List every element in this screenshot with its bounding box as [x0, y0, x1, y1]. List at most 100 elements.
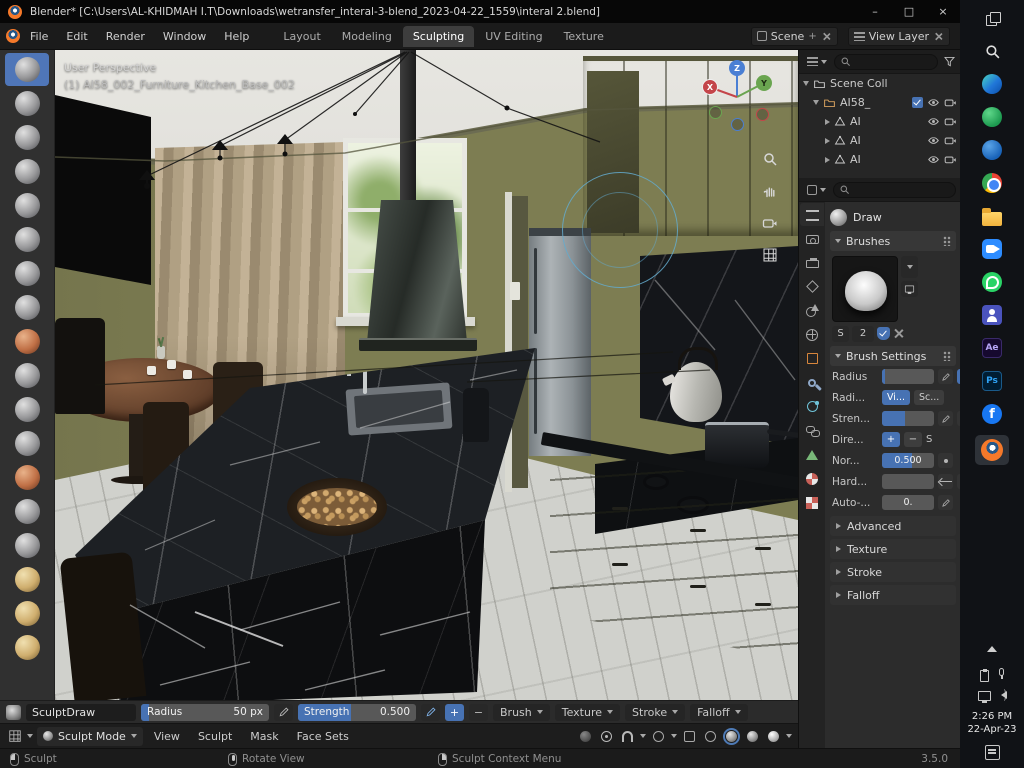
tab-physics[interactable]	[800, 395, 824, 418]
direction-subtract-button[interactable]: −	[469, 703, 488, 721]
gizmo-x-negative[interactable]	[756, 108, 769, 121]
tab-material[interactable]	[800, 467, 824, 490]
clipboard-icon[interactable]	[980, 669, 989, 682]
properties-search-input[interactable]	[833, 181, 956, 198]
tab-sculpting[interactable]: Sculpting	[402, 25, 475, 47]
tab-uv-editing[interactable]: UV Editing	[475, 26, 552, 47]
menu-sculpt[interactable]: Sculpt	[191, 727, 239, 746]
brush-scrape[interactable]	[5, 427, 49, 460]
file-explorer-icon[interactable]	[980, 204, 1004, 228]
gizmo-y-axis[interactable]: Y	[756, 75, 772, 91]
tab-render[interactable]	[800, 227, 824, 250]
fake-user-shield-icon[interactable]	[877, 327, 890, 340]
scene-selector[interactable]: Scene +	[750, 26, 838, 46]
gizmo-z-axis[interactable]: Z	[729, 60, 745, 76]
brush-clay[interactable]	[5, 121, 49, 154]
editor-type-icon[interactable]	[6, 728, 23, 745]
brushes-panel-header[interactable]: Brushes	[830, 231, 956, 251]
brush-snake-hook[interactable]	[5, 563, 49, 596]
shading-solid-icon[interactable]	[723, 727, 740, 745]
brush-smooth[interactable]	[5, 325, 49, 358]
outliner-row-object[interactable]: AI	[799, 150, 961, 169]
screen-cast-icon[interactable]	[977, 691, 991, 703]
section-texture[interactable]: Texture	[830, 539, 956, 559]
menu-help[interactable]: Help	[216, 27, 257, 46]
render-camera-icon[interactable]	[944, 96, 957, 109]
hide-eye-icon[interactable]	[927, 134, 940, 147]
texture-dropdown[interactable]: Texture	[554, 703, 621, 721]
minimize-button[interactable]: –	[858, 0, 892, 23]
render-camera-icon[interactable]	[944, 153, 957, 166]
brush-inflate[interactable]	[5, 223, 49, 256]
menu-view[interactable]: View	[147, 727, 187, 746]
facebook-icon[interactable]: f	[980, 402, 1004, 426]
tab-constraints[interactable]	[800, 419, 824, 442]
hide-eye-icon[interactable]	[927, 96, 940, 109]
filter-funnel-icon[interactable]	[942, 53, 956, 70]
viewport-canvas[interactable]: User Perspective (1) AI58_002_Furniture_…	[55, 50, 798, 700]
pressure-pen-icon[interactable]	[938, 411, 953, 426]
snap-dropdown-chevron[interactable]	[640, 734, 646, 738]
chevron-down-icon[interactable]	[27, 734, 33, 738]
scene-unlink-icon[interactable]	[822, 32, 831, 41]
tab-tool[interactable]	[800, 203, 824, 226]
tab-texture[interactable]	[800, 491, 824, 514]
teams-icon[interactable]	[980, 303, 1004, 327]
gizmo-z-negative[interactable]	[731, 118, 744, 131]
tab-modifiers[interactable]	[800, 371, 824, 394]
view-layer-selector[interactable]: View Layer	[847, 26, 950, 46]
brush-draw[interactable]	[5, 53, 49, 86]
camera-app-icon[interactable]	[980, 237, 1004, 261]
shading-wireframe-icon[interactable]	[702, 728, 719, 745]
blue-app-icon[interactable]	[980, 138, 1004, 162]
green-app-icon[interactable]	[980, 105, 1004, 129]
radius-slider[interactable]: Radius 50 px	[141, 703, 269, 721]
radius-unit-scene-button[interactable]: Sc...	[914, 390, 945, 405]
tab-modeling[interactable]: Modeling	[332, 26, 402, 47]
render-camera-icon[interactable]	[944, 134, 957, 147]
radius-pressure-icon[interactable]	[274, 703, 293, 721]
brush-pose[interactable]	[5, 631, 49, 664]
ortho-grid-icon[interactable]	[757, 242, 783, 268]
close-button[interactable]: ×	[926, 0, 960, 23]
falloff-dropdown[interactable]: Falloff	[690, 703, 748, 721]
section-advanced[interactable]: Advanced	[830, 516, 956, 536]
menu-window[interactable]: Window	[155, 27, 214, 46]
swap-arrows-icon[interactable]	[938, 474, 953, 489]
user-count-field[interactable]: 2	[852, 325, 874, 342]
pressure-pen-icon[interactable]	[938, 369, 953, 384]
brush-thumbnail[interactable]	[832, 256, 898, 322]
brush-thumb[interactable]	[5, 597, 49, 630]
tab-layout[interactable]: Layout	[273, 26, 330, 47]
chrome-icon[interactable]	[980, 171, 1004, 195]
menu-face-sets[interactable]: Face Sets	[290, 727, 356, 746]
expand-icon[interactable]	[813, 100, 819, 105]
radius-prop-slider[interactable]	[882, 369, 934, 384]
brush-dropdown-button[interactable]	[901, 256, 918, 278]
pressure-pen-icon[interactable]	[938, 495, 953, 510]
autosmooth-slider[interactable]: 0.	[882, 495, 934, 510]
active-brush-name[interactable]: SculptDraw	[26, 703, 136, 721]
brush-fill[interactable]	[5, 393, 49, 426]
view-layer-unlink-icon[interactable]	[934, 32, 943, 41]
shading-material-icon[interactable]	[744, 728, 761, 745]
after-effects-icon[interactable]: Ae	[980, 336, 1004, 360]
expand-icon[interactable]	[825, 156, 830, 163]
size-label[interactable]: S	[832, 325, 849, 342]
edge-icon[interactable]	[980, 72, 1004, 96]
tab-scene[interactable]	[800, 299, 824, 322]
tab-output[interactable]	[800, 251, 824, 274]
unlink-icon[interactable]	[893, 328, 904, 339]
brush-layer[interactable]	[5, 189, 49, 222]
navigation-gizmo[interactable]: Z Y X	[700, 60, 774, 134]
chevron-up-icon[interactable]	[980, 637, 1004, 661]
task-view-icon[interactable]	[980, 6, 1004, 30]
brush-settings-panel-header[interactable]: Brush Settings	[830, 346, 956, 366]
overlays-dropdown-chevron[interactable]	[671, 734, 677, 738]
section-stroke[interactable]: Stroke	[830, 562, 956, 582]
strength-prop-slider[interactable]	[882, 411, 934, 426]
strength-pressure-icon[interactable]	[421, 703, 440, 721]
section-falloff[interactable]: Falloff	[830, 585, 956, 605]
blender-menu-icon[interactable]	[6, 29, 20, 43]
falloff-sphere-icon[interactable]	[577, 728, 594, 745]
